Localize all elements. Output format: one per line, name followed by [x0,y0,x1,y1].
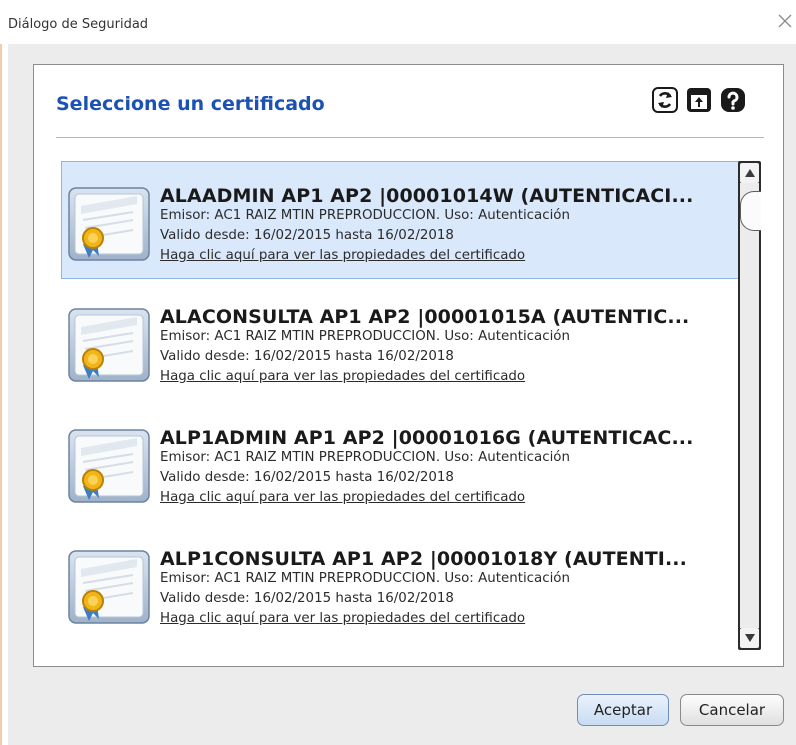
certificate-properties-link[interactable]: Haga clic aquí para ver las propiedades … [160,248,525,263]
certificate-row[interactable]: ALACONSULTA AP1 AP2 |00001015A (AUTENTIC… [61,282,739,400]
certificate-name: ALP1ADMIN AP1 AP2 |00001016G (AUTENTICAC… [160,427,694,449]
certificate-icon [68,429,150,503]
certificate-name: ALAADMIN AP1 AP2 |00001014W (AUTENTICACI… [160,185,694,207]
certificate-properties-link[interactable]: Haga clic aquí para ver las propiedades … [160,611,525,626]
refresh-icon[interactable] [652,87,678,113]
scroll-down-button[interactable] [740,628,759,648]
cancel-button[interactable]: Cancelar [680,694,784,726]
certificate-row[interactable]: ALP1ADMIN AP1 AP2 |00001016G (AUTENTICAC… [61,403,739,521]
window-edge [0,0,2,745]
certificate-panel: Seleccione un certificado ALAADMIN AP1 A… [33,64,784,667]
certificate-row[interactable]: ALAADMIN AP1 AP2 |00001014W (AUTENTICACI… [61,161,739,279]
header-toolbar [652,87,746,113]
title-bar: Diálogo de Seguridad [0,0,796,44]
certificate-validity: Valido desde: 16/02/2015 hasta 16/02/201… [160,591,454,606]
help-icon[interactable] [720,87,746,113]
scrollbar[interactable] [738,161,761,650]
certificate-name: ALACONSULTA AP1 AP2 |00001015A (AUTENTIC… [160,306,690,328]
certificate-icon [68,187,150,261]
accept-button[interactable]: Aceptar [577,694,669,726]
certificate-properties-link[interactable]: Haga clic aquí para ver las propiedades … [160,369,525,384]
certificate-issuer: Emisor: AC1 RAIZ MTIN PREPRODUCCION. Uso… [160,329,570,344]
header-divider [56,137,764,138]
open-file-icon[interactable] [686,87,712,113]
certificate-row[interactable]: ALP1CONSULTA AP1 AP2 |00001018Y (AUTENTI… [61,524,739,642]
certificate-issuer: Emisor: AC1 RAIZ MTIN PREPRODUCCION. Uso… [160,208,570,223]
scroll-track[interactable] [740,183,759,628]
close-icon[interactable] [776,12,794,30]
chevron-up-icon [745,169,755,177]
certificate-validity: Valido desde: 16/02/2015 hasta 16/02/201… [160,470,454,485]
certificate-validity: Valido desde: 16/02/2015 hasta 16/02/201… [160,349,454,364]
window-title: Diálogo de Seguridad [8,17,149,32]
certificate-icon [68,550,150,624]
chevron-down-icon [745,634,755,642]
certificate-issuer: Emisor: AC1 RAIZ MTIN PREPRODUCCION. Uso… [160,450,570,465]
panel-title: Seleccione un certificado [56,93,325,115]
security-dialog: Diálogo de Seguridad Seleccione un certi… [0,0,796,745]
certificate-validity: Valido desde: 16/02/2015 hasta 16/02/201… [160,228,454,243]
certificate-properties-link[interactable]: Haga clic aquí para ver las propiedades … [160,490,525,505]
certificate-list: ALAADMIN AP1 AP2 |00001014W (AUTENTICACI… [61,161,739,651]
certificate-name: ALP1CONSULTA AP1 AP2 |00001018Y (AUTENTI… [160,548,687,570]
certificate-issuer: Emisor: AC1 RAIZ MTIN PREPRODUCCION. Uso… [160,571,570,586]
certificate-icon [68,308,150,382]
scroll-up-button[interactable] [740,163,759,183]
scroll-thumb[interactable] [740,191,761,231]
